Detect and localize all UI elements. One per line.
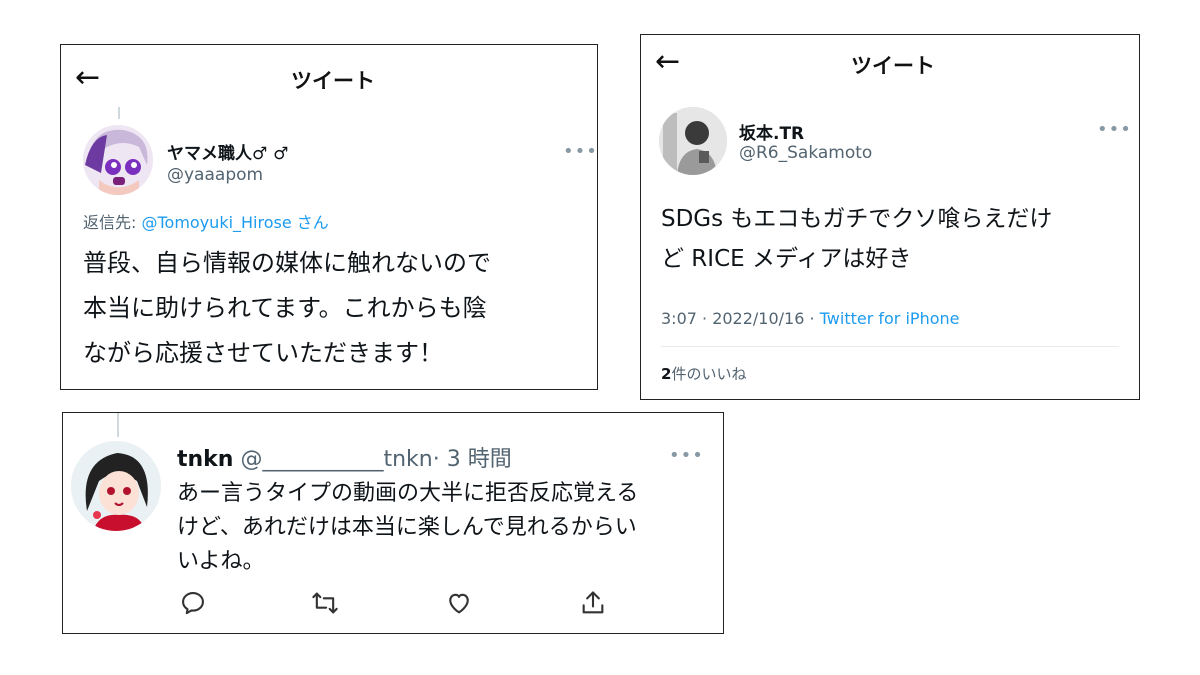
author-handle[interactable]: @___________tnkn <box>240 447 432 472</box>
more-options-icon[interactable]: ••• <box>1097 119 1132 140</box>
retweet-icon[interactable] <box>311 589 339 617</box>
likes-summary[interactable]: 2件のいいね <box>661 363 746 384</box>
avatar[interactable] <box>71 441 161 531</box>
tweet-body-line: ながら応援させていただきます！ <box>83 339 443 367</box>
tweet-body: あー言うタイプの動画の大半に拒否反応覚える けど、あれだけは本当に楽しんで見れる… <box>177 477 638 579</box>
tweet-card-yamame: ← ツイート ヤマメ職人♂ ♂ @yaaapom ••• 返信先: @Tomoy… <box>60 44 598 390</box>
tweet-body: SDGs もエコもガチでクソ喰らえだけ ど RICE メディアは好き <box>661 199 1052 279</box>
more-options-icon[interactable]: ••• <box>563 141 598 162</box>
tweet-meta: 3:07 · 2022/10/16 · Twitter for iPhone <box>661 309 959 328</box>
reply-to-link[interactable]: @Tomoyuki_Hirose <box>141 213 291 232</box>
likes-label: 件のいいね <box>671 365 747 383</box>
avatar-image <box>83 125 153 195</box>
reply-icon[interactable] <box>179 589 207 617</box>
avatar[interactable] <box>659 107 727 175</box>
tweet-body-line: いよね。 <box>177 549 265 574</box>
tweet-body-line: 本当に助けられてます。これからも陰 <box>83 294 487 322</box>
reply-prefix: 返信先: <box>83 213 142 232</box>
back-arrow-icon[interactable]: ← <box>655 47 680 77</box>
reply-context: 返信先: @Tomoyuki_Hirose さん <box>83 209 329 233</box>
tweet-header: tnkn @___________tnkn· 3 時間 <box>177 441 512 473</box>
divider <box>661 346 1119 347</box>
likes-count: 2 <box>661 365 672 383</box>
tweet-body-line: けど、あれだけは本当に楽しんで見れるからい <box>177 515 637 540</box>
tweet-body-line: ど RICE メディアは好き <box>661 246 912 272</box>
author-name[interactable]: 坂本.TR <box>739 119 804 144</box>
back-arrow-icon[interactable]: ← <box>75 63 100 93</box>
timestamp: 3:07 · 2022/10/16 · <box>661 309 820 328</box>
like-icon[interactable] <box>445 589 473 617</box>
avatar[interactable] <box>83 125 153 195</box>
timestamp[interactable]: · 3 時間 <box>433 447 512 472</box>
tweet-card-tnkn: tnkn @___________tnkn· 3 時間 ••• あー言うタイプの… <box>62 412 724 634</box>
reply-suffix: さん <box>291 213 329 232</box>
thread-line <box>117 413 119 437</box>
page-title: ツイート <box>851 54 935 78</box>
author-name[interactable]: ヤマメ職人♂ ♂ <box>167 139 288 164</box>
tweet-body-line: 普段、自ら情報の媒体に触れないので <box>83 249 491 277</box>
author-handle[interactable]: @yaaapom <box>167 165 263 185</box>
tweet-body: 普段、自ら情報の媒体に触れないので 本当に助けられてます。これからも陰 ながら応… <box>83 241 491 376</box>
tweet-body-line: SDGs もエコもガチでクソ喰らえだけ <box>661 206 1053 232</box>
more-options-icon[interactable]: ••• <box>669 445 704 466</box>
source-link[interactable]: Twitter for iPhone <box>820 309 960 328</box>
tweet-card-sakamoto: ← ツイート 坂本.TR @R6_Sakamoto ••• SDGs もエコもガ… <box>640 34 1140 400</box>
share-icon[interactable] <box>579 589 607 617</box>
author-name[interactable]: tnkn <box>177 447 233 472</box>
thread-line <box>118 107 120 119</box>
avatar-image <box>659 107 727 175</box>
tweet-body-line: あー言うタイプの動画の大半に拒否反応覚える <box>177 481 639 506</box>
page-title: ツイート <box>291 69 375 93</box>
author-handle[interactable]: @R6_Sakamoto <box>739 143 872 163</box>
avatar-image <box>71 441 161 531</box>
